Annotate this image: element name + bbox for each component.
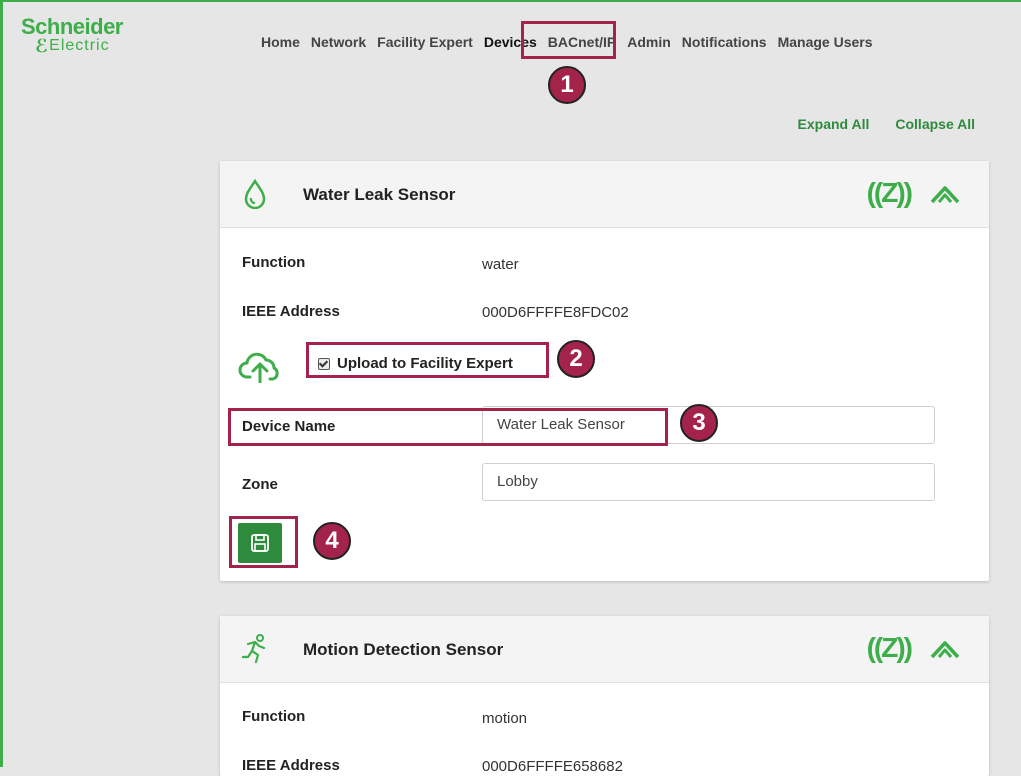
chevron-up-icon[interactable] [929, 638, 961, 660]
brand-logo[interactable]: Schneider ℰ Electric [21, 14, 123, 56]
ieee-address-value: 000D6FFFFE8FDC02 [482, 304, 629, 321]
card-title: Water Leak Sensor [303, 185, 456, 204]
device-card-motion: Motion Detection Sensor ((Z)) Function m… [220, 616, 989, 776]
logo-text-bottom: Electric [49, 37, 110, 54]
callout-box-save [229, 516, 298, 568]
callout-box-devices [521, 21, 616, 59]
chevron-up-icon[interactable] [929, 183, 961, 205]
zone-label: Zone [242, 476, 278, 493]
card-header[interactable]: Motion Detection Sensor ((Z)) [220, 616, 989, 683]
zigbee-status-icon: ((Z)) [866, 632, 913, 663]
nav-network[interactable]: Network [311, 34, 366, 50]
expand-all-link[interactable]: Expand All [798, 116, 870, 132]
nav-notifications[interactable]: Notifications [682, 34, 767, 50]
callout-badge-3: 3 [680, 404, 718, 442]
nav-home[interactable]: Home [261, 34, 300, 50]
callout-box-upload [306, 342, 549, 378]
zone-input[interactable]: Lobby [482, 463, 935, 501]
function-label: Function [242, 254, 306, 271]
function-value: motion [482, 710, 528, 727]
header: Schneider ℰ Electric Home Network Facili… [3, 2, 1021, 84]
nav-facility-expert[interactable]: Facility Expert [377, 34, 473, 50]
callout-box-device-name [228, 408, 668, 446]
ieee-address-label: IEEE Address [242, 757, 340, 774]
logo-e-mark-icon: ℰ [35, 36, 49, 56]
cloud-upload-icon [238, 352, 279, 383]
expand-collapse-links: Expand All Collapse All [772, 116, 975, 132]
nav-manage-users[interactable]: Manage Users [778, 34, 873, 50]
water-drop-icon [244, 179, 266, 209]
function-label: Function [242, 708, 306, 725]
nav-admin[interactable]: Admin [627, 34, 671, 50]
zigbee-status-icon: ((Z)) [866, 177, 913, 208]
window-frame-left [0, 0, 3, 767]
ieee-address-label: IEEE Address [242, 303, 340, 320]
card-title: Motion Detection Sensor [303, 640, 504, 659]
callout-badge-1: 1 [548, 66, 586, 104]
card-header[interactable]: Water Leak Sensor ((Z)) [220, 161, 989, 228]
collapse-all-link[interactable]: Collapse All [895, 116, 975, 132]
logo-text-top: Schneider [21, 14, 123, 39]
function-value: water [482, 256, 519, 273]
callout-badge-4: 4 [313, 522, 351, 560]
running-person-icon [241, 634, 266, 664]
callout-badge-2: 2 [557, 340, 595, 378]
